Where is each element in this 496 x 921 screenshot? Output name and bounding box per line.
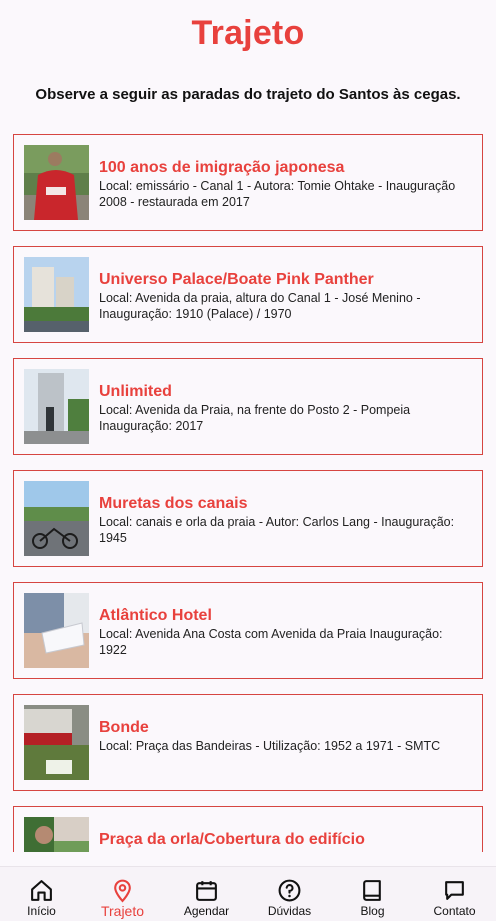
stop-photo (24, 145, 89, 220)
stop-description: Local: Praça das Bandeiras - Utilização:… (99, 739, 441, 753)
stop-description: Local: Avenida da praia, altura do Canal… (99, 291, 421, 321)
stops-list[interactable]: 100 anos de imigração japonesa Local: em… (13, 134, 483, 852)
stop-photo (24, 481, 89, 556)
stop-title: Universo Palace/Boate Pink Panther (99, 271, 374, 288)
stop-card-imigracao-japonesa[interactable]: 100 anos de imigração japonesa Local: em… (13, 134, 483, 231)
stop-title: Praça da orla/Cobertura do edifício (99, 831, 365, 848)
chat-bubble-icon (445, 881, 464, 900)
stop-photo (24, 593, 89, 668)
stop-title: Unlimited (99, 383, 172, 400)
nav-label-faq: Dúvidas (267, 904, 312, 918)
nav-item-home[interactable]: Início (0, 867, 83, 921)
page-subtitle: Observe a seguir as paradas do trajeto d… (35, 86, 461, 103)
home-icon (31, 880, 52, 901)
stop-card-praca-da-orla[interactable]: Praça da orla/Cobertura do edifício (13, 806, 483, 852)
bottom-navigation: Início Trajeto Agendar Dúvidas Blog Cont… (0, 866, 496, 921)
stop-photo-image (24, 369, 89, 444)
calendar-icon (196, 881, 217, 901)
nav-label-route: Trajeto (100, 903, 145, 919)
stop-title: Muretas dos canais (99, 495, 248, 512)
nav-item-blog[interactable]: Blog (331, 867, 414, 921)
nav-label-contact: Contato (433, 904, 476, 918)
stop-photo (24, 817, 89, 852)
stop-photo-image (24, 257, 89, 332)
nav-label-blog: Blog (360, 904, 385, 918)
nav-item-route[interactable]: Trajeto (81, 867, 164, 921)
route-screen: Trajeto Observe a seguir as paradas do t… (0, 0, 496, 921)
stop-description: Local: canais e orla da praia - Autor: C… (99, 515, 455, 545)
stop-description: Local: Avenida da Praia, na frente do Po… (99, 403, 411, 433)
nav-label-schedule: Agendar (183, 904, 230, 918)
nav-item-contact[interactable]: Contato (413, 867, 496, 921)
nav-label-home: Início (27, 904, 56, 918)
stop-card-muretas[interactable]: Muretas dos canais Local: canais e orla … (13, 470, 483, 567)
stop-card-atlantico-hotel[interactable]: Atlântico Hotel Local: Avenida Ana Costa… (13, 582, 483, 679)
stop-photo-image (24, 593, 89, 668)
stop-photo (24, 705, 89, 780)
stop-card-unlimited[interactable]: Unlimited Local: Avenida da Praia, na fr… (13, 358, 483, 455)
stop-card-universo-palace[interactable]: Universo Palace/Boate Pink Panther Local… (13, 246, 483, 343)
stop-photo (24, 257, 89, 332)
nav-item-faq[interactable]: Dúvidas (248, 867, 331, 921)
stop-card-bonde[interactable]: Bonde Local: Praça das Bandeiras - Utili… (13, 694, 483, 791)
help-circle-icon (278, 879, 301, 902)
stop-description: Local: emissário - Canal 1 - Autora: Tom… (99, 179, 456, 209)
location-pin-icon (114, 879, 131, 903)
stop-photo-image (24, 145, 89, 220)
stop-photo-image (24, 817, 89, 852)
stop-title: Atlântico Hotel (99, 607, 212, 624)
stop-photo-image (24, 705, 89, 780)
book-icon (363, 880, 381, 901)
stop-description: Local: Avenida Ana Costa com Avenida da … (99, 627, 443, 657)
nav-item-schedule[interactable]: Agendar (165, 867, 248, 921)
stop-title: Bonde (99, 719, 149, 736)
stop-photo (24, 369, 89, 444)
page-title: Trajeto (191, 14, 305, 52)
stop-title: 100 anos de imigração japonesa (99, 159, 345, 176)
stop-photo-image (24, 481, 89, 556)
